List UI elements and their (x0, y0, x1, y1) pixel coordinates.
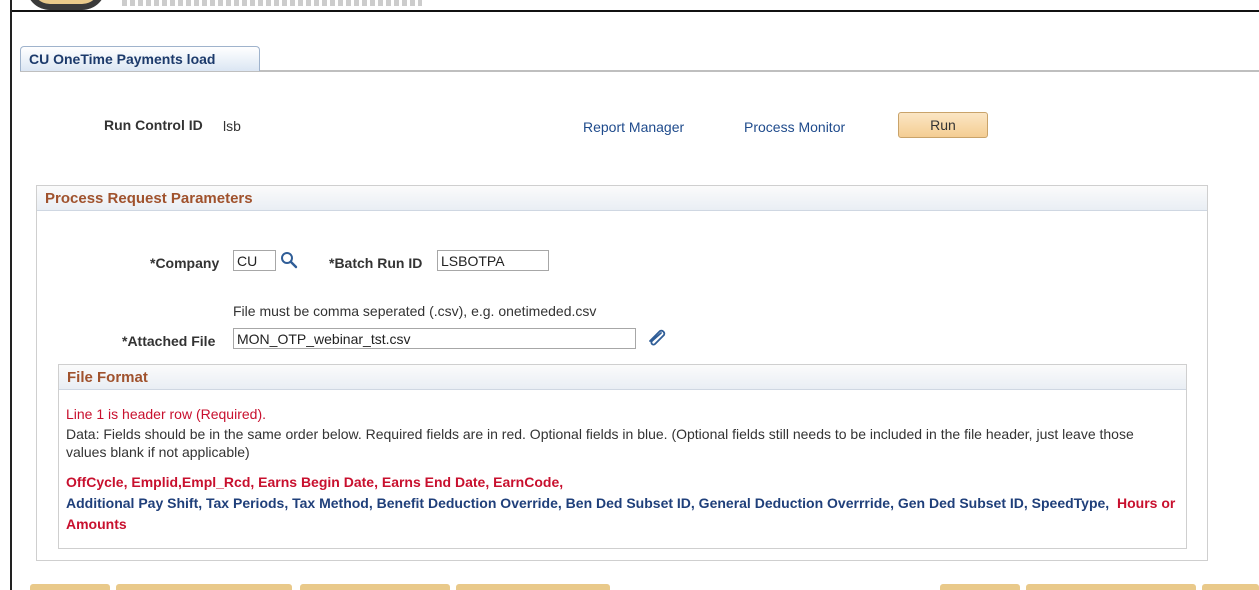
batch-run-id-input[interactable] (437, 250, 549, 271)
attached-file-label: *Attached File (122, 333, 216, 349)
bottom-button-fragment (300, 584, 450, 590)
bottom-button-fragment (1202, 584, 1259, 590)
data-order-description: Data: Fields should be in the same order… (66, 426, 1134, 460)
required-fields-list: OffCycle, Emplid,Empl_Rcd, Earns Begin D… (66, 474, 564, 490)
run-control-id-label: Run Control ID (104, 117, 203, 133)
bottom-button-fragment (456, 584, 610, 590)
optional-fields-list: Additional Pay Shift, Tax Periods, Tax M… (66, 495, 1110, 511)
company-label: *Company (150, 255, 220, 271)
bottom-button-fragment (940, 584, 1020, 590)
magnifier-icon[interactable] (280, 251, 298, 272)
logo-icon (26, 0, 106, 10)
report-manager-link[interactable]: Report Manager (583, 119, 684, 135)
paperclip-icon[interactable] (646, 326, 668, 349)
page-frame-left (10, 0, 12, 590)
header-row-note: Line 1 is header row (Required). (66, 406, 266, 422)
bottom-button-fragment (30, 584, 110, 590)
file-format-title: File Format (59, 365, 1186, 390)
header-text-fragment (122, 0, 422, 6)
bottom-button-fragment (116, 584, 292, 590)
batch-run-id-label: *Batch Run ID (329, 255, 423, 271)
run-control-id-value: lsb (223, 118, 241, 134)
company-input[interactable] (233, 250, 276, 271)
top-header-strip (12, 0, 1259, 12)
file-format-note: File must be comma seperated (.csv), e.g… (233, 303, 597, 319)
run-button[interactable]: Run (898, 112, 988, 138)
bottom-button-fragment (1026, 584, 1196, 590)
process-request-parameters-title: Process Request Parameters (37, 186, 1207, 211)
tab-cu-onetime-payments-load[interactable]: CU OneTime Payments load (20, 46, 260, 71)
process-monitor-link[interactable]: Process Monitor (744, 119, 845, 135)
file-fields-list: OffCycle, Emplid,Empl_Rcd, Earns Begin D… (66, 472, 1176, 535)
attached-file-input[interactable] (233, 328, 636, 349)
